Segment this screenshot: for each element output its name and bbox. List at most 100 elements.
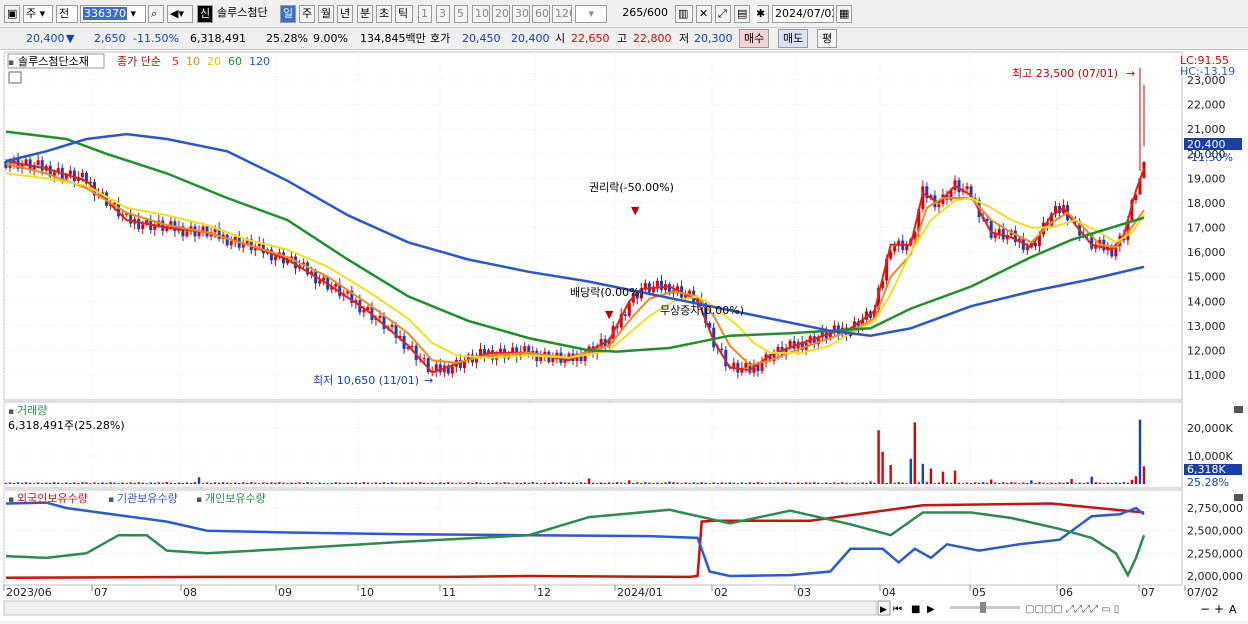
volume-bar: [784, 482, 788, 484]
interval-20[interactable]: 20: [492, 5, 510, 23]
volume-bar: [137, 482, 140, 484]
period-select[interactable]: 주 ▾: [23, 5, 53, 23]
volume-bar: [869, 481, 872, 484]
zoom-plus-icon[interactable]: +: [1214, 602, 1224, 616]
zoom-slider-handle[interactable]: [980, 602, 986, 613]
date-input[interactable]: 2024/07/02: [772, 5, 834, 23]
eval-button[interactable]: 평: [817, 29, 838, 48]
holdings-close-icon[interactable]: [1234, 494, 1243, 501]
volume-bar: [523, 482, 526, 484]
holdings-tick-label: 2,750,000: [1187, 502, 1243, 515]
view-options-icon[interactable]: ▢▢▢▢ ⤢⤢⤢⤢ ▭ ▯: [1025, 604, 1119, 615]
volume-bar: [101, 482, 104, 484]
volume-bar: [447, 482, 450, 484]
price-tick-label: 21,000: [1187, 123, 1226, 136]
volume-bar: [1034, 482, 1037, 484]
volume-bar: [366, 482, 370, 484]
font-size-icon[interactable]: A: [1229, 603, 1237, 616]
volume-bar: [475, 482, 478, 484]
volume-bar: [1106, 482, 1110, 484]
bar-count[interactable]: 265/600: [612, 5, 670, 23]
zoom-minus-icon[interactable]: −: [1200, 602, 1210, 616]
volume-bar: [817, 482, 820, 484]
legend-prefix: 종가 단순: [117, 55, 161, 68]
play-icon[interactable]: ▶: [927, 604, 935, 615]
horizontal-scrollbar[interactable]: [3, 600, 877, 616]
stop-icon[interactable]: ■: [911, 604, 920, 615]
tab-second[interactable]: 초: [376, 5, 392, 23]
volume-bar: [809, 482, 812, 484]
volume-bar: [535, 482, 538, 484]
volume-bar: [197, 477, 201, 484]
volume-bar: [680, 483, 683, 484]
interval-60[interactable]: 60: [532, 5, 550, 23]
mode-select[interactable]: 전: [56, 5, 78, 23]
volume-bar: [825, 482, 828, 484]
volume-bar: [40, 482, 44, 484]
buy-button[interactable]: 매수: [739, 29, 770, 48]
rewind-icon[interactable]: ⏮: [893, 604, 902, 615]
volume-bar: [796, 482, 800, 484]
volume-bar: [213, 482, 217, 484]
candle-body: [36, 160, 40, 165]
volume-bar: [752, 482, 756, 484]
volume-bar: [599, 482, 603, 484]
volume-bar: [205, 482, 209, 484]
search-icon[interactable]: ⌕: [148, 5, 164, 23]
tab-week[interactable]: 주: [299, 5, 315, 23]
interval-10[interactable]: 10: [472, 5, 490, 23]
save-icon[interactable]: ▤: [734, 5, 750, 23]
tab-year[interactable]: 년: [337, 5, 353, 23]
stock-code-input[interactable]: 336370 ▾: [80, 5, 146, 23]
table-toggle-icon[interactable]: [8, 71, 22, 84]
volume-bar: [684, 482, 687, 484]
tab-day[interactable]: 일: [280, 5, 296, 23]
volume-close-icon[interactable]: [1234, 406, 1243, 413]
tab-tick[interactable]: 틱: [395, 5, 413, 23]
tab-minute[interactable]: 분: [357, 5, 373, 23]
volume-bar: [334, 482, 337, 484]
interval-30[interactable]: 30: [512, 5, 530, 23]
interval-1[interactable]: 1: [418, 5, 432, 23]
volume-bar: [117, 483, 120, 484]
volume-bar: [57, 482, 60, 484]
chart-type-icon[interactable]: ▥: [675, 5, 693, 23]
interval-120[interactable]: 120: [552, 5, 572, 23]
open-price: 22,650: [571, 32, 610, 45]
bid-price: 20,400: [511, 32, 550, 45]
volume-bar: [242, 482, 245, 484]
speaker-icon[interactable]: ◀▾: [167, 5, 193, 23]
volume-bar: [53, 482, 56, 484]
volume-bar: [764, 483, 768, 484]
interval-dropdown[interactable]: ▾: [575, 5, 607, 23]
dividend-annotation: 배당락(0.00%): [570, 286, 644, 299]
window-icon[interactable]: ▣: [4, 5, 20, 23]
volume-bar: [427, 483, 430, 484]
volume-bar: [24, 482, 28, 484]
candle-body: [68, 170, 72, 175]
tab-month[interactable]: 월: [318, 5, 334, 23]
volume-bar: [201, 483, 205, 484]
volume-bar: [165, 482, 169, 484]
high-label: 고: [617, 32, 628, 45]
zoom-icon[interactable]: ⤢: [715, 5, 731, 23]
toolbar: ▣ 주 ▾ 전 336370 ▾ ⌕ ◀▾ 신 솔루스첨단 일 주 월 년 분 …: [0, 0, 1248, 28]
volume-bar: [1050, 482, 1053, 484]
interval-3[interactable]: 3: [436, 5, 450, 23]
interval-5[interactable]: 5: [454, 5, 468, 23]
calendar-icon[interactable]: ▦: [836, 5, 852, 23]
volume-bar: [1026, 482, 1029, 484]
price-tick-label: 11,000: [1187, 369, 1226, 382]
volume-bar: [905, 483, 908, 484]
candle-body: [24, 159, 28, 165]
sell-button[interactable]: 매도: [778, 29, 809, 48]
compare-icon[interactable]: ✕: [696, 5, 712, 23]
volume-bar: [833, 482, 836, 484]
volume-bar: [254, 482, 257, 484]
candle-body: [450, 366, 454, 374]
volume-bar: [1118, 482, 1122, 484]
volume-bar: [583, 482, 587, 484]
volume-bar: [93, 482, 96, 484]
volume-bar: [969, 482, 973, 484]
volume-bar: [418, 482, 422, 484]
